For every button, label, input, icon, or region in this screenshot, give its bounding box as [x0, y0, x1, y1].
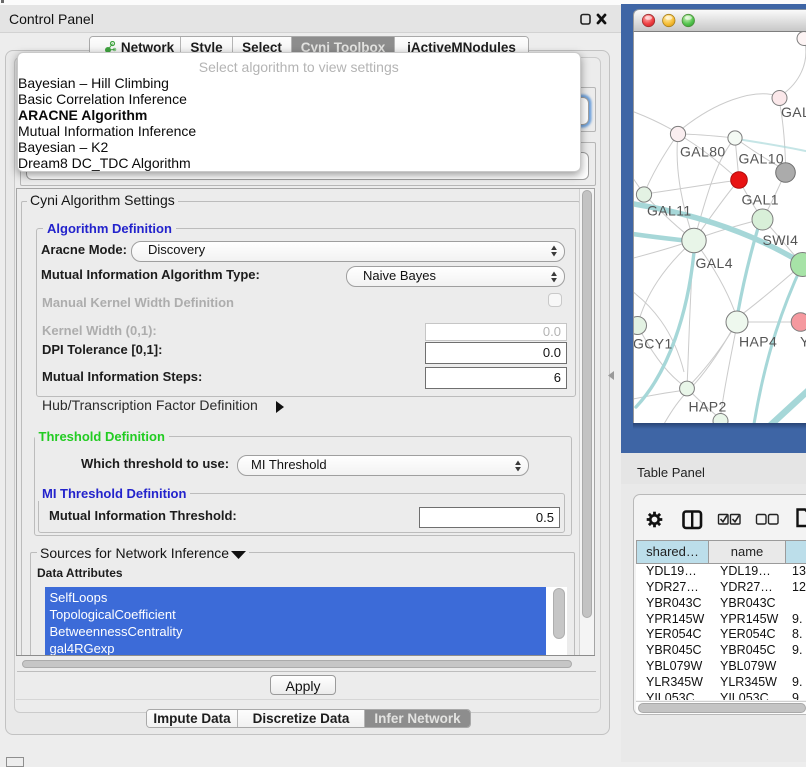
svg-text:HAP4: HAP4 [739, 333, 777, 349]
svg-text:GAL80: GAL80 [680, 143, 726, 159]
svg-text:GAL7: GAL7 [781, 104, 806, 120]
svg-text:HAP2: HAP2 [689, 398, 727, 414]
svg-text:GAL4: GAL4 [696, 254, 733, 270]
svg-text:GCY1: GCY1 [634, 335, 673, 351]
svg-text:GAL11: GAL11 [647, 202, 692, 218]
svg-text:GAL1: GAL1 [742, 191, 779, 207]
svg-text:Y: Y [800, 333, 806, 349]
svg-text:GAL10: GAL10 [739, 150, 785, 166]
svg-text:SWI4: SWI4 [763, 231, 799, 247]
